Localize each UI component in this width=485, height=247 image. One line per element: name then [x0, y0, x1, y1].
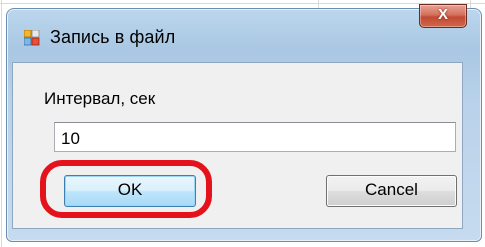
background-grid-line — [1, 0, 2, 247]
interval-label: Интервал, сек — [44, 89, 156, 108]
close-icon: X — [437, 6, 448, 23]
background-grid-line — [0, 3, 485, 4]
window-title: Запись в файл — [50, 27, 176, 47]
close-button[interactable]: X — [419, 4, 467, 28]
app-window-icon — [23, 29, 40, 46]
cancel-button[interactable]: Cancel — [326, 175, 457, 207]
interval-input[interactable] — [54, 122, 456, 152]
ok-button-highlight-annotation — [40, 160, 212, 218]
screen: Запись в файл X Интервал, сек OK Cancel — [0, 0, 485, 247]
